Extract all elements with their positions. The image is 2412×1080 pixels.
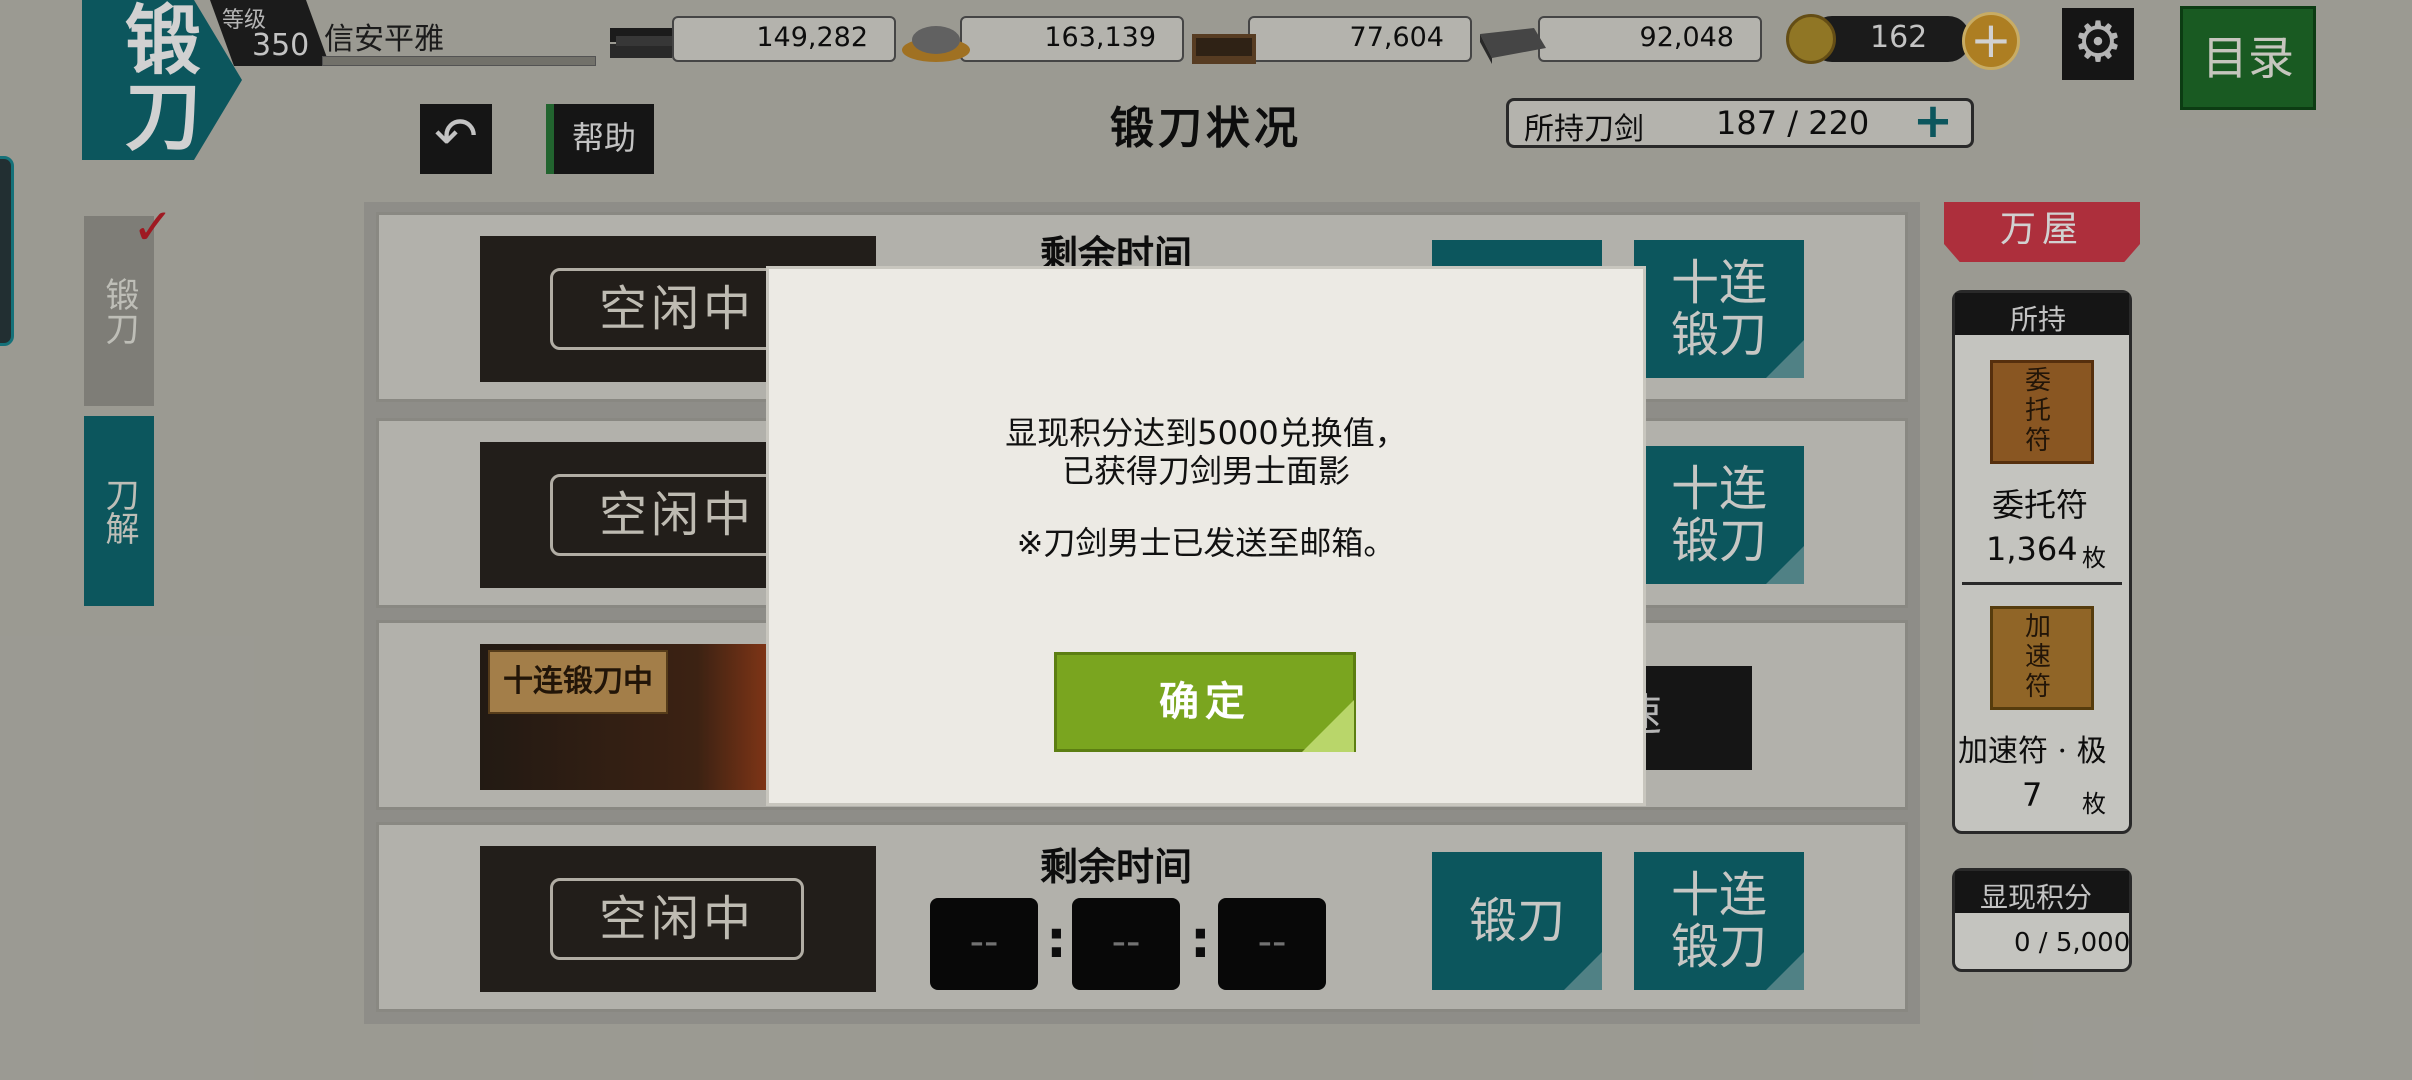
dialog-line-3: ※刀剑男士已发送至邮箱。	[1016, 524, 1396, 562]
dialog-line-2: 已获得刀剑男士面影	[1061, 452, 1350, 490]
confirm-label: 确定	[1159, 678, 1251, 725]
confirm-button-corner	[1302, 700, 1354, 752]
